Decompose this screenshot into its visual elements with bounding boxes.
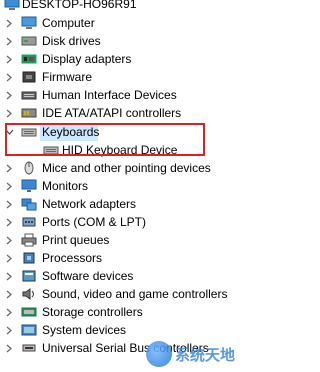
- chevron-right-icon[interactable]: [4, 231, 14, 249]
- port-icon: [20, 215, 38, 229]
- ide-controller-icon: [20, 106, 38, 120]
- chevron-right-icon[interactable]: [4, 32, 14, 50]
- system-device-icon: [20, 323, 38, 337]
- firmware-icon: [20, 70, 38, 84]
- tree-item-computer[interactable]: Computer: [0, 14, 261, 32]
- tree-item-label: Firmware: [42, 70, 92, 84]
- device-tree: DESKTOP-HO96R91 Computer Disk drives Dis…: [0, 0, 261, 372]
- display-adapter-icon: [20, 52, 38, 66]
- globe-icon: [146, 341, 172, 367]
- chevron-right-icon[interactable]: [4, 104, 14, 122]
- tree-item-system-devices[interactable]: System devices: [0, 321, 261, 339]
- chevron-right-icon[interactable]: [4, 14, 14, 32]
- storage-controller-icon: [20, 305, 38, 319]
- chevron-right-icon[interactable]: [4, 159, 14, 177]
- network-adapter-icon: [20, 197, 38, 211]
- tree-item-label: Display adapters: [42, 52, 132, 66]
- tree-item-label: Monitors: [42, 179, 89, 193]
- computer-icon: [20, 16, 38, 30]
- disk-drive-icon: [20, 34, 38, 48]
- tree-root[interactable]: DESKTOP-HO96R91: [0, 0, 261, 13]
- tree-item-label: Processors: [42, 251, 103, 265]
- tree-item-label: Network adapters: [42, 197, 137, 211]
- tree-item-label: Sound, video and game controllers: [42, 287, 228, 301]
- sound-icon: [20, 287, 38, 301]
- chevron-right-icon[interactable]: [4, 267, 14, 285]
- tree-item-print-queues[interactable]: Print queues: [0, 231, 261, 249]
- tree-item-processors[interactable]: Processors: [0, 249, 261, 267]
- tree-root-label: DESKTOP-HO96R91: [22, 0, 137, 11]
- tree-item-label: Ports (COM & LPT): [42, 215, 147, 229]
- tree-item-label: Mice and other pointing devices: [42, 161, 211, 175]
- tree-item-label: Print queues: [42, 233, 110, 247]
- tree-item-mice[interactable]: Mice and other pointing devices: [0, 159, 261, 177]
- tree-item-label: Human Interface Devices: [42, 88, 177, 102]
- printer-icon: [20, 233, 38, 247]
- chevron-right-icon[interactable]: [4, 177, 14, 195]
- tree-item-label: Software devices: [42, 269, 134, 283]
- monitor-icon: [20, 179, 38, 193]
- chevron-right-icon[interactable]: [4, 195, 14, 213]
- chevron-right-icon[interactable]: [4, 303, 14, 321]
- tree-item-sound-video-game[interactable]: Sound, video and game controllers: [0, 285, 261, 303]
- tree-item-monitors[interactable]: Monitors: [0, 177, 261, 195]
- tree-item-display-adapters[interactable]: Display adapters: [0, 50, 261, 68]
- usb-icon: [20, 341, 38, 355]
- tree-item-network-adapters[interactable]: Network adapters: [0, 195, 261, 213]
- tree-item-firmware[interactable]: Firmware: [0, 68, 261, 86]
- software-device-icon: [20, 269, 38, 283]
- chevron-right-icon[interactable]: [4, 68, 14, 86]
- chevron-right-icon[interactable]: [4, 249, 14, 267]
- tree-item-disk-drives[interactable]: Disk drives: [0, 32, 261, 50]
- mouse-icon: [20, 161, 38, 175]
- tree-item-label: Storage controllers: [42, 305, 143, 319]
- chevron-right-icon[interactable]: [4, 213, 14, 231]
- tree-item-software-devices[interactable]: Software devices: [0, 267, 261, 285]
- computer-root-icon: [3, 0, 21, 11]
- tree-item-label: Computer: [42, 16, 95, 30]
- chevron-right-icon[interactable]: [4, 86, 14, 104]
- tree-item-label: System devices: [42, 323, 127, 337]
- tree-item-ports[interactable]: Ports (COM & LPT): [0, 213, 261, 231]
- tree-item-ide-controllers[interactable]: IDE ATA/ATAPI controllers: [0, 104, 261, 122]
- chevron-right-icon[interactable]: [4, 50, 14, 68]
- chevron-right-icon[interactable]: [4, 339, 14, 357]
- callout-box: [5, 123, 205, 156]
- processor-icon: [20, 251, 38, 265]
- watermark-logo: 系统天地: [146, 339, 261, 369]
- chevron-right-icon[interactable]: [4, 321, 14, 339]
- tree-item-human-interface-devices[interactable]: Human Interface Devices: [0, 86, 261, 104]
- tree-item-label: IDE ATA/ATAPI controllers: [42, 106, 182, 120]
- watermark-text: 系统天地: [175, 345, 236, 364]
- tree-item-label: Disk drives: [42, 34, 101, 48]
- tree-item-storage-controllers[interactable]: Storage controllers: [0, 303, 261, 321]
- hid-icon: [20, 88, 38, 102]
- chevron-right-icon[interactable]: [4, 285, 14, 303]
